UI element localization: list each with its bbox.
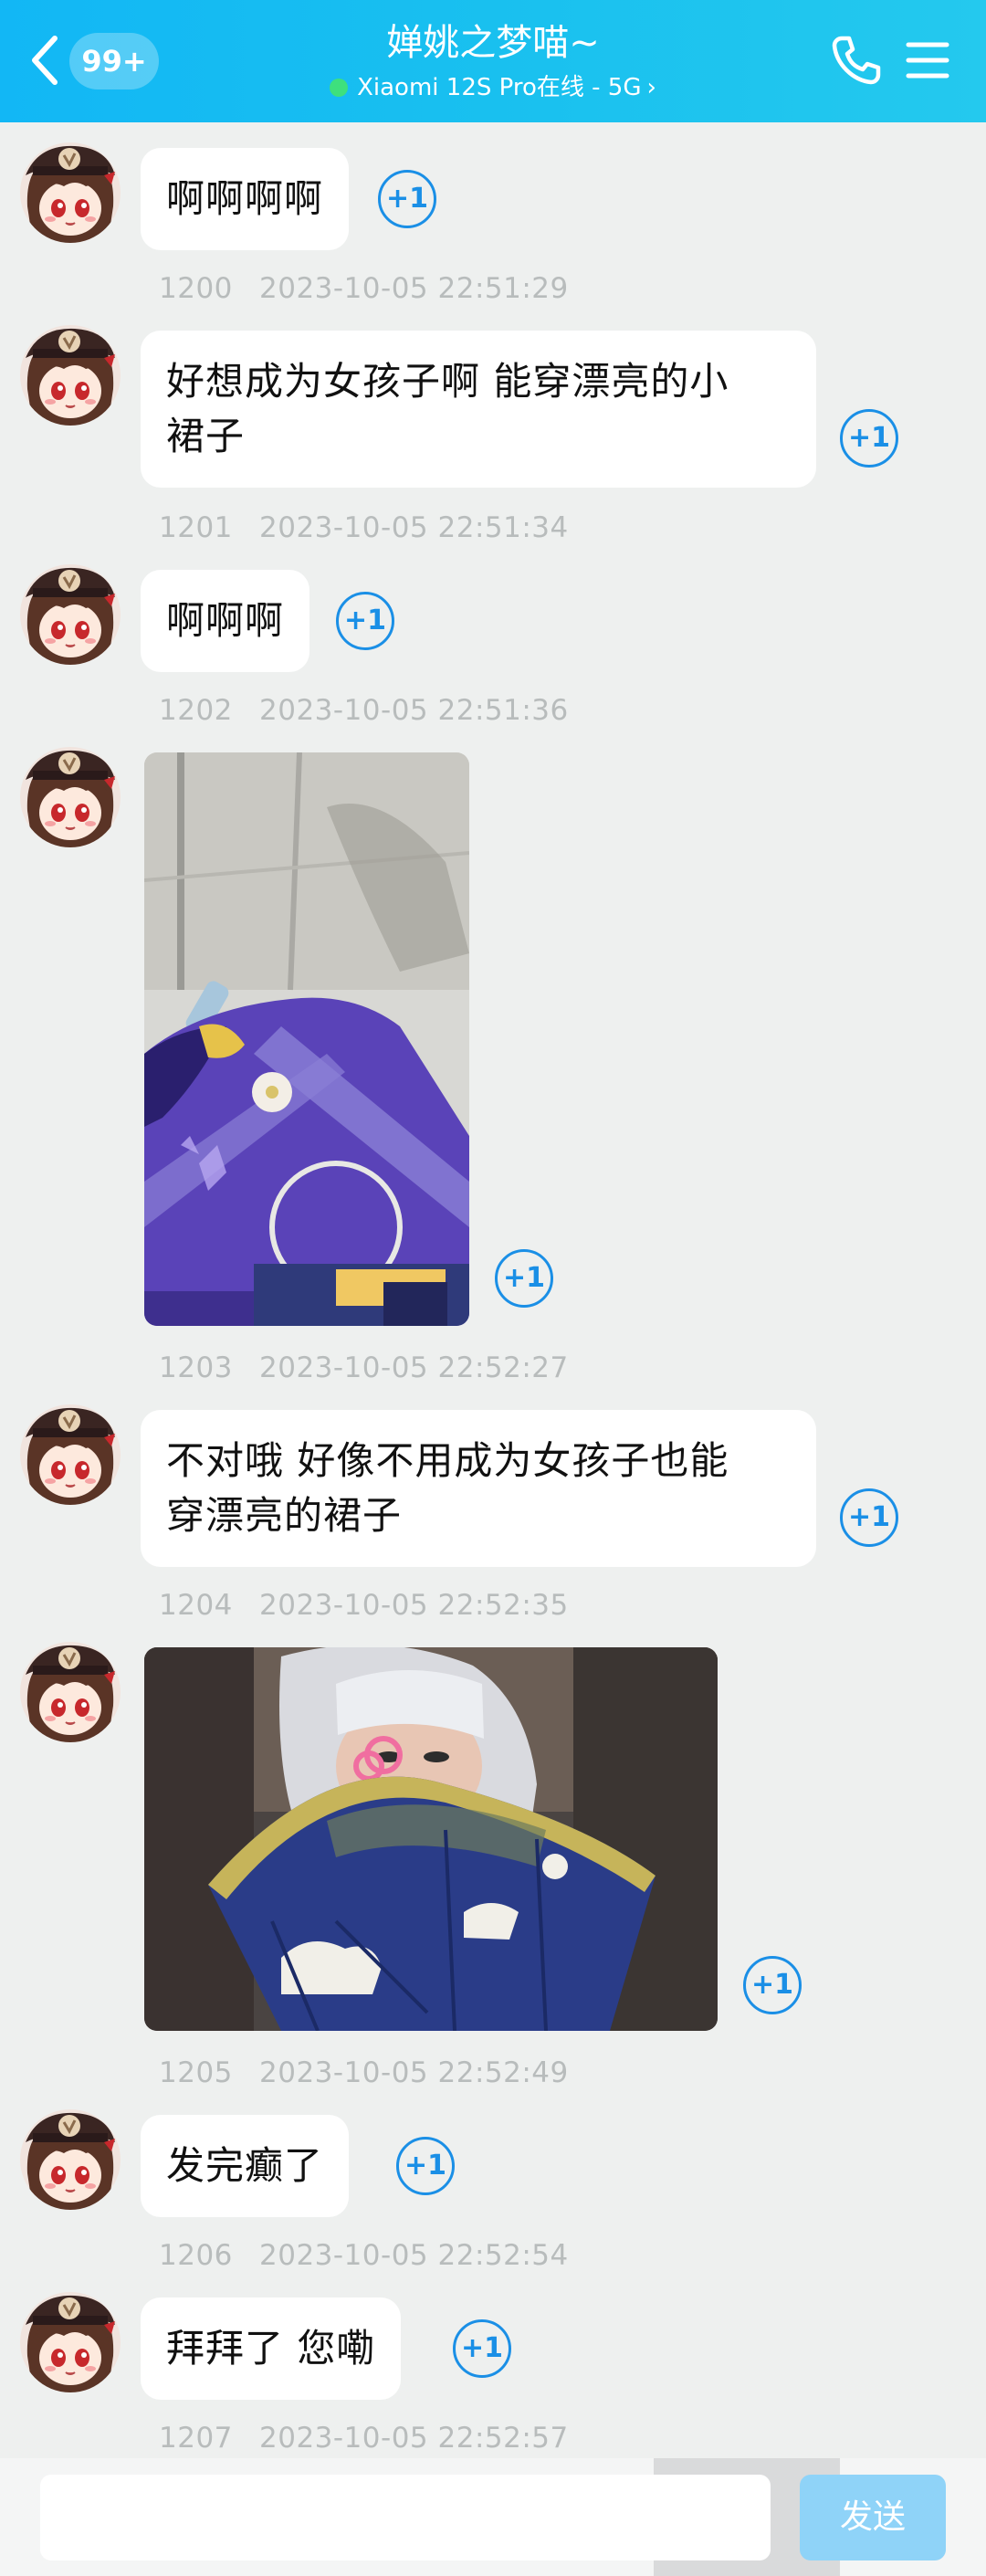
message-index: 1201	[159, 511, 233, 544]
message-bubble[interactable]: 拜拜了 您嘞	[141, 2297, 402, 2400]
online-status-text: Xiaomi 12S Pro在线 - 5G	[357, 74, 642, 101]
message-meta: 1202 2023-10-05 22:51:36	[159, 694, 569, 727]
plus-one-button[interactable]: +1	[840, 1488, 898, 1547]
message-index: 1202	[159, 694, 233, 727]
message-index: 1200	[159, 272, 233, 305]
chevron-right-icon: ›	[646, 74, 656, 101]
plus-one-button[interactable]: +1	[840, 409, 898, 468]
message-time: 2023-10-05 22:51:34	[259, 511, 569, 544]
message-input[interactable]	[40, 2475, 771, 2560]
message-index: 1205	[159, 2056, 233, 2089]
plus-one-button[interactable]: +1	[743, 1956, 802, 2014]
avatar[interactable]	[20, 2292, 121, 2392]
plus-one-button[interactable]: +1	[495, 1249, 553, 1308]
message-bubble[interactable]: 啊啊啊啊	[141, 148, 350, 250]
avatar[interactable]	[20, 564, 121, 665]
avatar[interactable]	[20, 1404, 121, 1505]
message-time: 2023-10-05 22:51:29	[259, 272, 569, 305]
message-time: 2023-10-05 22:52:27	[259, 1351, 569, 1384]
plus-one-button[interactable]: +1	[336, 592, 394, 650]
message-index: 1206	[159, 2239, 233, 2272]
chat-header: 99+ 婵姚之梦喵~ Xiaomi 12S Pro在线 - 5G ›	[0, 0, 986, 122]
message-bubble[interactable]: 好想成为女孩子啊 能穿漂亮的小 裙子	[141, 331, 816, 488]
message-index: 1204	[159, 1589, 233, 1622]
message-time: 2023-10-05 22:52:57	[259, 2422, 569, 2455]
message-meta: 1206 2023-10-05 22:52:54	[159, 2239, 569, 2272]
avatar[interactable]	[20, 325, 121, 426]
send-button[interactable]: 发送	[800, 2475, 946, 2560]
message-index: 1207	[159, 2422, 233, 2455]
plus-one-button[interactable]: +1	[396, 2137, 455, 2195]
online-dot-icon	[330, 79, 349, 97]
photo-cosplay-fan[interactable]	[144, 1647, 718, 2031]
plus-one-button[interactable]: +1	[453, 2319, 511, 2378]
message-time: 2023-10-05 22:52:54	[259, 2239, 569, 2272]
message-time: 2023-10-05 22:52:49	[259, 2056, 569, 2089]
message-index: 1203	[159, 1351, 233, 1384]
plus-one-button[interactable]: +1	[378, 170, 436, 228]
message-meta: 1207 2023-10-05 22:52:57	[159, 2422, 569, 2455]
message-time: 2023-10-05 22:52:35	[259, 1589, 569, 1622]
message-meta: 1201 2023-10-05 22:51:34	[159, 511, 569, 544]
avatar[interactable]	[20, 747, 121, 847]
avatar[interactable]	[20, 2109, 121, 2210]
avatar[interactable]	[20, 1642, 121, 1742]
message-meta: 1203 2023-10-05 22:52:27	[159, 1351, 569, 1384]
phone-icon[interactable]	[829, 33, 884, 88]
message-meta: 1200 2023-10-05 22:51:29	[159, 272, 569, 305]
message-meta: 1205 2023-10-05 22:52:49	[159, 2056, 569, 2089]
message-meta: 1204 2023-10-05 22:52:35	[159, 1589, 569, 1622]
menu-icon[interactable]	[906, 40, 949, 80]
message-bubble[interactable]: 啊啊啊	[141, 570, 310, 672]
message-time: 2023-10-05 22:51:36	[259, 694, 569, 727]
photo-blue-dress[interactable]	[144, 752, 469, 1326]
message-bubble[interactable]: 发完癫了	[141, 2115, 350, 2217]
avatar[interactable]	[20, 142, 121, 243]
message-bubble[interactable]: 不对哦 好像不用成为女孩子也能 穿漂亮的裙子	[141, 1410, 816, 1567]
